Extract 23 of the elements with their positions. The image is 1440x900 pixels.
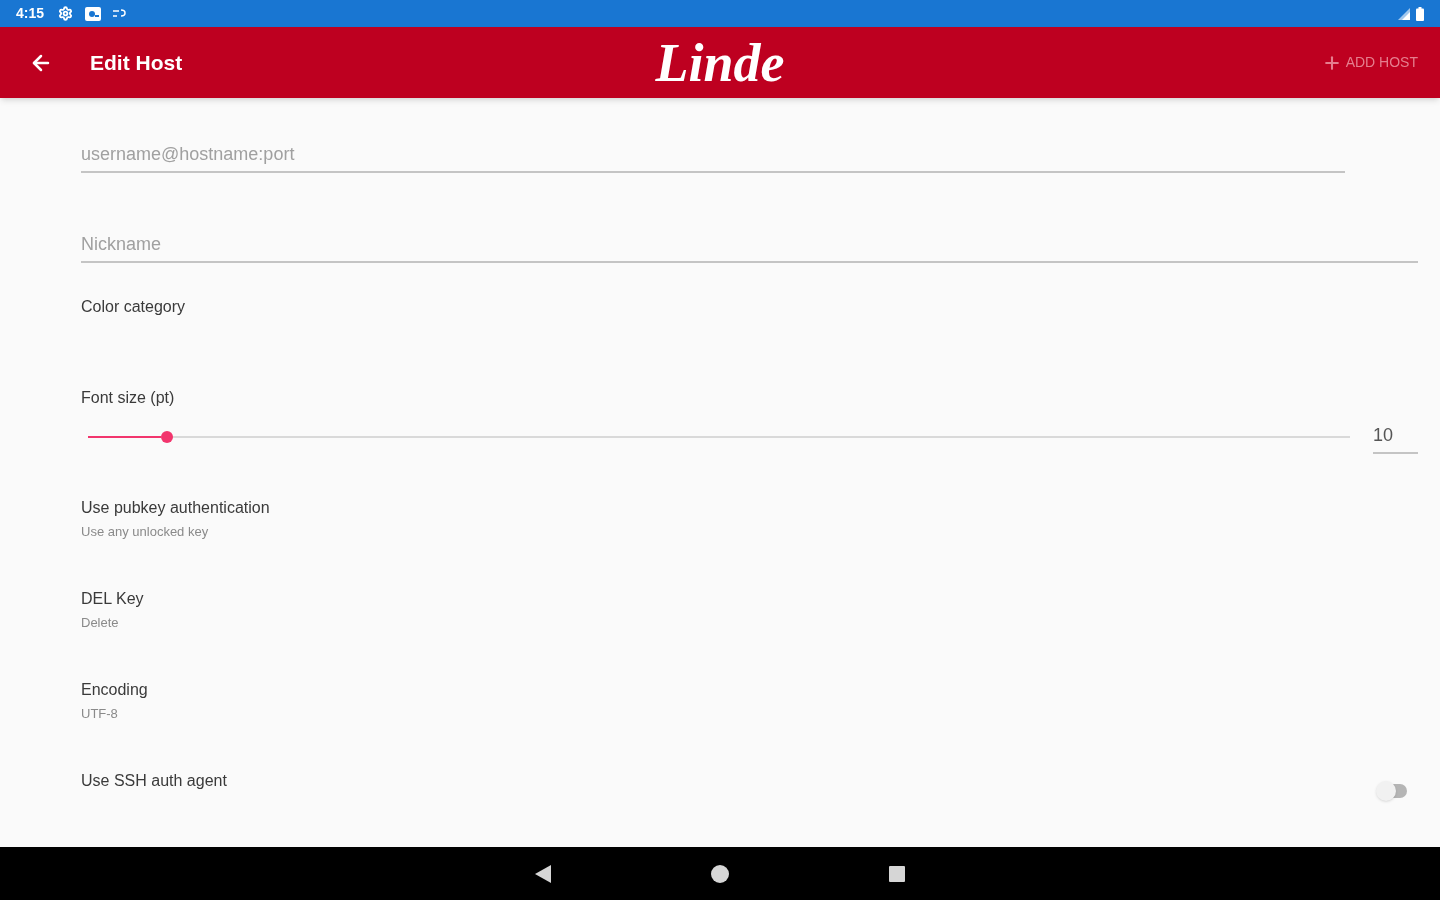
back-triangle-icon[interactable]	[535, 864, 551, 883]
setting-summary: UTF-8	[81, 706, 118, 722]
notification-icon	[85, 6, 102, 21]
setting-title: DEL Key	[81, 589, 144, 609]
setting-summary: Delete	[81, 615, 119, 631]
setting-summary: Use any unlocked key	[81, 524, 209, 540]
battery-icon	[1416, 6, 1424, 21]
recents-square-icon[interactable]	[889, 865, 905, 882]
status-time: 4:15	[16, 4, 45, 23]
value-field[interactable]: 10	[1373, 420, 1418, 454]
setting-title: Use SSH auth agent	[81, 771, 227, 791]
signal-icon	[1398, 7, 1410, 20]
home-circle-icon[interactable]	[711, 864, 729, 883]
setting-title: Color category	[81, 297, 186, 317]
nickname-field[interactable]: Nickname	[81, 228, 1418, 263]
setting-title: Font size (pt)	[81, 388, 175, 408]
setting-title: Use pubkey authentication	[81, 498, 270, 518]
settings-icon	[58, 6, 74, 21]
brand-logo: Linde	[655, 34, 785, 91]
slider-thumb[interactable]	[160, 431, 173, 443]
screen-title: Edit Host	[90, 49, 183, 76]
setting-title: Encoding	[81, 680, 148, 700]
host-field[interactable]: username@hostname:port	[81, 138, 1345, 173]
